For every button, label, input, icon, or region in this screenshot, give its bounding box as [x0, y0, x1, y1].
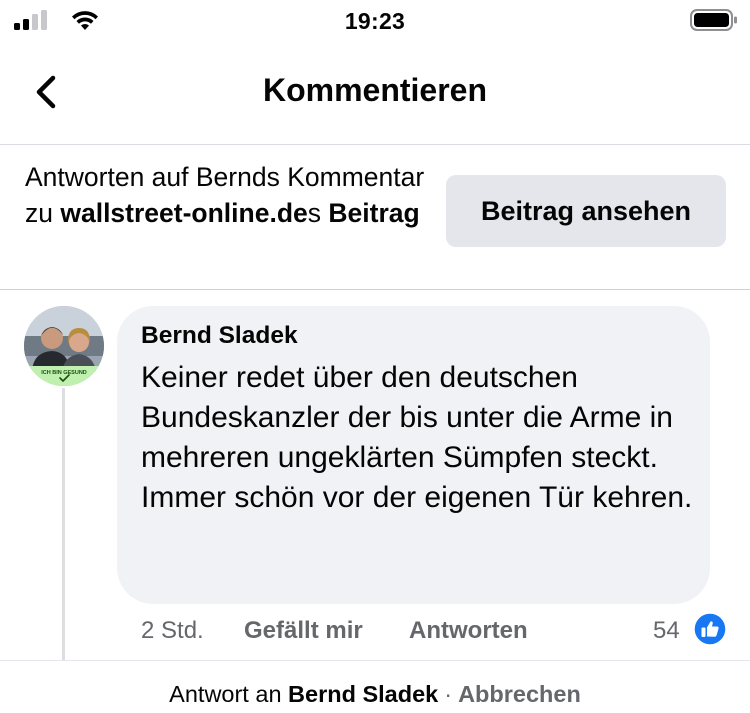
comment-bubble[interactable]: Bernd Sladek Keiner redet über den deuts…: [117, 306, 710, 604]
context-post-word: Beitrag: [328, 198, 420, 228]
cancel-reply-button[interactable]: Abbrechen: [458, 681, 581, 707]
avatar-badge-text: ICH BIN GESUND: [41, 370, 87, 376]
context-page-link[interactable]: wallstreet-online.de: [60, 198, 307, 228]
reply-target-name: Bernd Sladek: [288, 681, 439, 707]
comment-actions: 2 Std. Gefällt mir Antworten 54: [0, 612, 750, 652]
header: Kommentieren: [0, 42, 750, 145]
context-description: Antworten auf Bernds Kommentar zu wallst…: [25, 159, 425, 231]
reply-separator: ·: [444, 681, 453, 707]
battery-icon: [690, 9, 737, 31]
status-bar: 19:23: [0, 0, 750, 42]
avatar-photo: ICH BIN GESUND: [24, 306, 104, 386]
reply-indicator: Antwort an Bernd Sladek · Abbrechen: [0, 681, 750, 708]
comment-text: Keiner redet über den deutschen Bundeska…: [141, 361, 693, 514]
reply-prefix: Antwort an: [169, 681, 282, 707]
reaction-count[interactable]: 54: [653, 617, 680, 645]
reply-button[interactable]: Antworten: [409, 617, 528, 645]
status-time: 19:23: [344, 8, 406, 34]
like-button[interactable]: Gefällt mir: [244, 617, 363, 645]
context-possessive: s: [307, 198, 329, 228]
reply-bar: Antwort an Bernd Sladek · Abbrechen: [0, 660, 750, 713]
comment-timestamp[interactable]: 2 Std.: [141, 617, 204, 645]
view-post-button[interactable]: Beitrag ansehen: [446, 175, 726, 247]
thumbs-up-icon[interactable]: [693, 612, 727, 646]
reply-context: Antworten auf Bernds Kommentar zu wallst…: [0, 145, 750, 290]
page-title: Kommentieren: [262, 72, 488, 108]
comment-author[interactable]: Bernd Sladek: [141, 322, 298, 350]
avatar[interactable]: ICH BIN GESUND: [24, 306, 104, 386]
